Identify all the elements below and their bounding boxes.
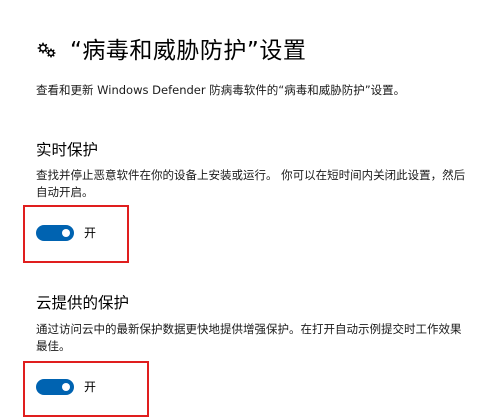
realtime-protection-toggle-label: 开 — [84, 226, 97, 240]
cloud-protection-toggle-row: 开 — [36, 377, 96, 397]
realtime-protection-title: 实时保护 — [36, 141, 99, 159]
page-header: “病毒和威胁防护”设置 — [36, 36, 306, 66]
cloud-protection-toggle-label: 开 — [84, 380, 97, 394]
page-title: “病毒和威胁防护”设置 — [70, 38, 307, 64]
realtime-protection-toggle-row: 开 — [36, 223, 96, 243]
toggle-knob — [62, 383, 70, 391]
cloud-protection-toggle[interactable] — [36, 379, 74, 395]
realtime-protection-toggle[interactable] — [36, 225, 74, 241]
cloud-protection-title: 云提供的保护 — [36, 294, 130, 312]
gear-cluster-icon — [36, 39, 60, 63]
cloud-protection-description: 通过访问云中的最新保护数据更快地提供增强保护。在打开自动示例提交时工作效果最佳。 — [36, 322, 462, 353]
realtime-protection-description: 查找并停止恶意软件在你的设备上安装或运行。 你可以在短时间内关闭此设置，然后自动… — [36, 168, 466, 199]
toggle-knob — [62, 229, 70, 237]
page-description: 查看和更新 Windows Defender 防病毒软件的“病毒和威胁防护”设置… — [36, 83, 406, 97]
